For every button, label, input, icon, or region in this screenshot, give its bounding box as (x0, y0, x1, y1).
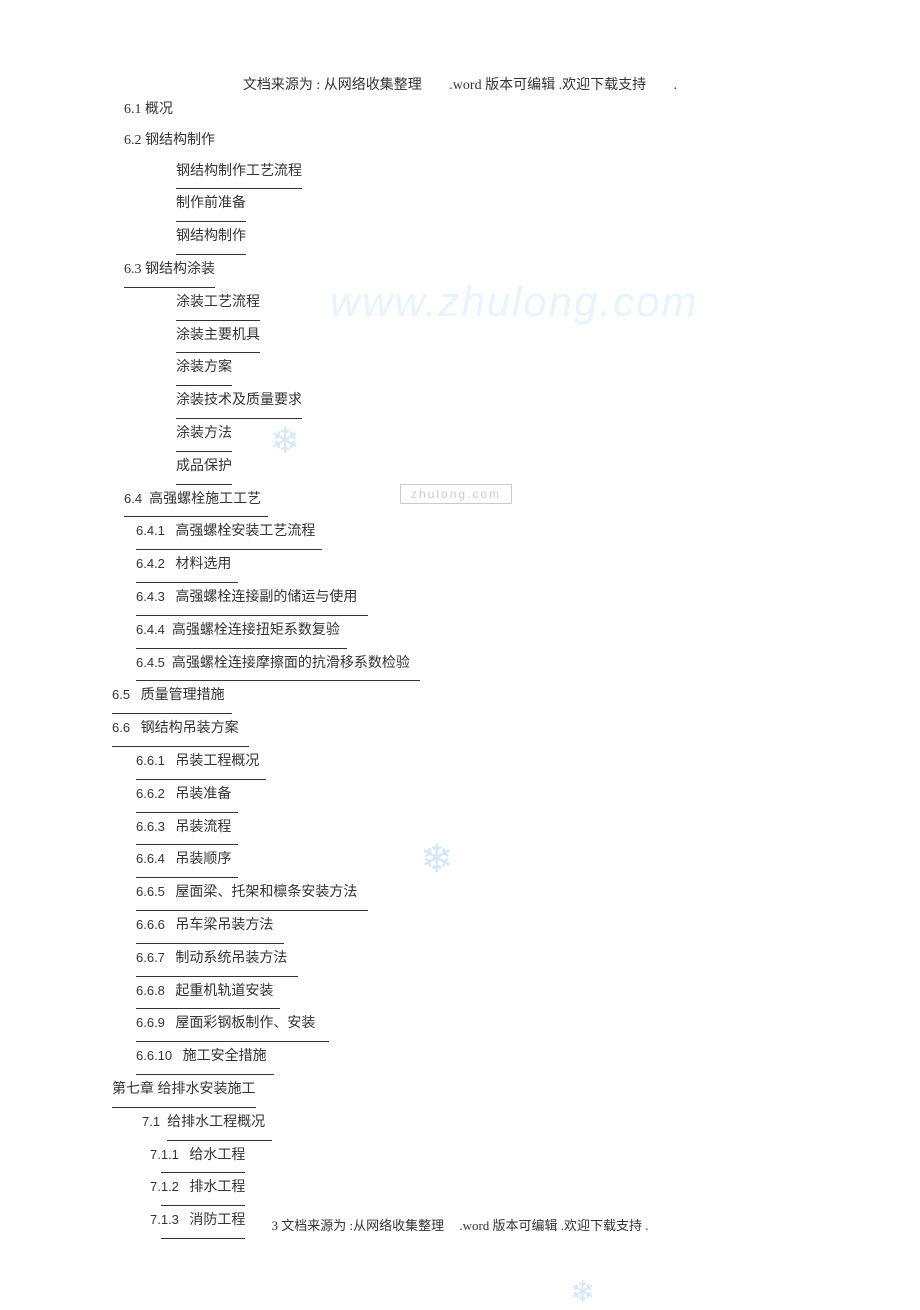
header-source: 文档来源为 : 从网络收集整理 (243, 78, 422, 93)
toc-entry-6-5: 6.5 质量管理措施 (112, 681, 844, 714)
toc-entry-6-3-sub5: 涂装方法 (176, 419, 844, 452)
toc-entry-6-2: 6.2 钢结构制作 (124, 126, 844, 157)
toc-entry-6-4-1: 6.4.1 高强螺栓安装工艺流程 (136, 517, 844, 550)
toc-entry-6-6-1: 6.6.1 吊装工程概况 (136, 747, 844, 780)
toc-content: 6.1 概况 6.2 钢结构制作 钢结构制作工艺流程 制作前准备 钢结构制作 6… (124, 95, 844, 1239)
toc-entry-6-2-sub1: 钢结构制作工艺流程 (176, 157, 844, 190)
toc-entry-7-1: 7.1 给排水工程概况 (142, 1108, 844, 1141)
toc-entry-6-6-5: 6.6.5 屋面梁、托架和檩条安装方法 (136, 878, 844, 911)
toc-entry-6-6-10: 6.6.10 施工安全措施 (136, 1042, 844, 1075)
toc-entry-6-4-5: 6.4.5 高强螺栓连接摩擦面的抗滑移系数检验 (136, 649, 844, 682)
toc-entry-6-1: 6.1 概况 (124, 95, 844, 126)
toc-entry-6-3: 6.3 钢结构涂装 (124, 255, 844, 288)
toc-entry-6-6-8: 6.6.8 起重机轨道安装 (136, 977, 844, 1010)
toc-entry-6-2-sub3: 钢结构制作 (176, 222, 844, 255)
toc-entry-6-4-4: 6.4.4 高强螺栓连接扭矩系数复验 (136, 616, 844, 649)
toc-entry-7-1-3: 7.1.3 消防工程 (150, 1206, 844, 1239)
toc-entry-6-6-7: 6.6.7 制动系统吊装方法 (136, 944, 844, 977)
toc-entry-7-1-2: 7.1.2 排水工程 (150, 1173, 844, 1206)
toc-entry-6-3-sub4: 涂装技术及质量要求 (176, 386, 844, 419)
toc-entry-6-6-4: 6.6.4 吊装顺序 (136, 845, 844, 878)
toc-entry-6-4-2: 6.4.2 材料选用 (136, 550, 844, 583)
watermark-decoration-icon: ❄ (570, 1275, 595, 1310)
toc-entry-6-6: 6.6 钢结构吊装方案 (112, 714, 844, 747)
page-header: 文档来源为 : 从网络收集整理 .word 版本可编辑 .欢迎下载支持 . (0, 74, 920, 94)
header-dot: . (674, 78, 678, 93)
toc-entry-6-6-3: 6.6.3 吊装流程 (136, 813, 844, 846)
toc-entry-6-2-sub2: 制作前准备 (176, 189, 844, 222)
toc-entry-6-3-sub1: 涂装工艺流程 (176, 288, 844, 321)
header-editable: .word 版本可编辑 .欢迎下载支持 (449, 78, 646, 93)
toc-entry-6-6-6: 6.6.6 吊车梁吊装方法 (136, 911, 844, 944)
toc-entry-6-4: 6.4 高强螺栓施工工艺 (124, 485, 844, 518)
toc-entry-6-6-2: 6.6.2 吊装准备 (136, 780, 844, 813)
toc-chapter-7: 第七章 给排水安装施工 (112, 1075, 844, 1108)
toc-entry-6-3-sub3: 涂装方案 (176, 353, 844, 386)
toc-entry-7-1-1: 7.1.1 给水工程 (150, 1141, 844, 1174)
toc-entry-6-4-3: 6.4.3 高强螺栓连接副的储运与使用 (136, 583, 844, 616)
toc-entry-6-3-sub2: 涂装主要机具 (176, 321, 844, 354)
toc-entry-6-3-sub6: 成品保护 (176, 452, 844, 485)
toc-entry-6-6-9: 6.6.9 屋面彩钢板制作、安装 (136, 1009, 844, 1042)
